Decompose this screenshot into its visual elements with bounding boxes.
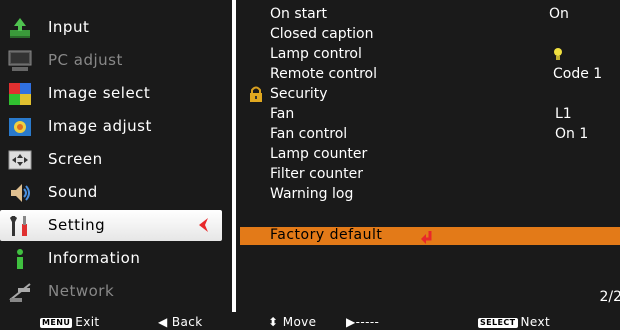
right-hint: ▶----- (346, 315, 379, 329)
back-label: Back (171, 315, 203, 329)
screen-icon (8, 148, 32, 172)
menu-item-sound[interactable]: Sound (0, 177, 232, 208)
page-indicator: 2/2 (599, 289, 620, 305)
setting-warning-log[interactable]: Warning log (270, 186, 353, 202)
menu-item-label: Setting (48, 216, 106, 234)
remote-control-value: Code 1 (553, 66, 603, 82)
information-icon (8, 247, 32, 271)
menu-item-screen[interactable]: Screen (0, 144, 232, 175)
network-icon (8, 280, 32, 304)
menu-key-badge: MENU (40, 317, 73, 328)
setting-remote-control[interactable]: Remote control (270, 66, 377, 82)
image-adjust-icon (8, 115, 32, 139)
setting-fan-control[interactable]: Fan control (270, 126, 347, 142)
on-start-value: On (549, 6, 569, 22)
lock-icon (248, 85, 264, 107)
enter-arrow-icon (420, 229, 434, 248)
fan-control-value: On 1 (555, 126, 589, 142)
menu-item-pc-adjust[interactable]: PC adjust (0, 45, 232, 76)
setting-on-start[interactable]: On start (270, 6, 327, 22)
menu-item-image-select[interactable]: Image select (0, 78, 232, 109)
input-icon (8, 16, 32, 40)
menu-item-label: Input (48, 18, 90, 36)
lamp-icon (552, 46, 564, 66)
setting-filter-counter[interactable]: Filter counter (270, 166, 363, 182)
move-label: Move (282, 315, 317, 329)
exit-label: Exit (75, 315, 100, 329)
dash-label: ----- (355, 315, 380, 329)
left-arrow-icon: ◀ (158, 315, 168, 329)
image-select-icon (8, 82, 32, 106)
select-key-badge: SELECT (478, 317, 518, 328)
next-hint: SELECT Next (478, 315, 550, 329)
setting-lamp-control[interactable]: Lamp control (270, 46, 362, 62)
menu-item-label: Image adjust (48, 117, 152, 135)
setting-closed-caption[interactable]: Closed caption (270, 26, 373, 42)
right-arrow-icon: ▶ (346, 315, 356, 329)
selection-arrow-icon (196, 217, 210, 237)
setting-factory-default[interactable]: Factory default (240, 227, 620, 245)
menu-item-label: Information (48, 249, 141, 267)
move-hint: ⬍ Move (268, 315, 316, 329)
exit-hint: MENU Exit (40, 315, 100, 329)
menu-item-label: Image select (48, 84, 151, 102)
menu-item-label: Network (48, 282, 115, 300)
setting-security[interactable]: Security (270, 86, 328, 102)
menu-item-input[interactable]: Input (0, 12, 232, 43)
main-menu: Input PC adjust Image select Image adjus… (0, 0, 232, 312)
factory-default-label: Factory default (270, 227, 383, 243)
menu-item-information[interactable]: Information (0, 243, 232, 274)
fan-value: L1 (555, 106, 572, 122)
setting-icon (8, 214, 32, 238)
menu-item-network[interactable]: Network (0, 276, 232, 307)
menu-item-image-adjust[interactable]: Image adjust (0, 111, 232, 142)
menu-item-setting[interactable]: Setting (0, 210, 222, 241)
settings-panel: On start On Closed caption Lamp control … (232, 0, 620, 312)
menu-item-label: Screen (48, 150, 103, 168)
menu-item-label: PC adjust (48, 51, 123, 69)
back-hint: ◀ Back (158, 315, 203, 329)
menu-item-label: Sound (48, 183, 98, 201)
setting-lamp-counter[interactable]: Lamp counter (270, 146, 367, 162)
pc-adjust-icon (8, 49, 32, 73)
up-down-arrow-icon: ⬍ (268, 315, 279, 329)
next-label: Next (520, 315, 551, 329)
hint-bar: MENU Exit ◀ Back ⬍ Move ▶----- SELECT Next (0, 312, 620, 330)
setting-fan[interactable]: Fan (270, 106, 294, 122)
sound-icon (8, 181, 32, 205)
